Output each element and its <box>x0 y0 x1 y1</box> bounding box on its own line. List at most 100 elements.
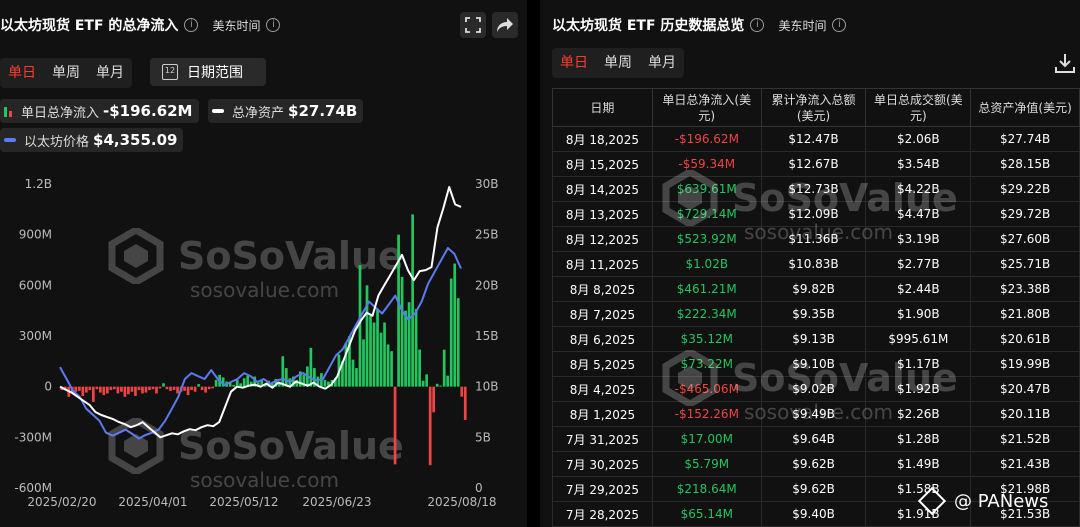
table-row[interactable]: 7月 30,2025 $5.79M $9.62B $1.49B $21.43B <box>552 451 1080 477</box>
tab-monthly[interactable]: 单月 <box>88 58 132 88</box>
left-axis-tick-label: 1.2B <box>25 177 52 191</box>
flow-bar <box>134 386 137 396</box>
timezone-label: 美东时间 <box>778 18 827 33</box>
table-row[interactable]: 8月 8,2025 $461.21M $9.82B $2.44B $23.38B <box>552 276 1080 302</box>
tab-daily[interactable]: 单日 <box>552 48 596 78</box>
tab-daily[interactable]: 单日 <box>0 58 44 88</box>
table-row[interactable]: 8月 7,2025 $222.34M $9.35B $1.90B $21.80B <box>552 301 1080 327</box>
etf-history-table: 日期 单日总净流入(美元) 累计净流入总额(美元) 单日总成交额(美元) 总资产… <box>552 88 1080 527</box>
legend-assets-label: 总净资产 <box>232 105 285 121</box>
flow-bar <box>379 332 383 387</box>
cell-daily-flow: -$152.26M <box>651 401 762 427</box>
calendar-icon: 12 <box>162 64 178 80</box>
x-axis-tick-label: 2025/06/23 <box>302 495 371 509</box>
info-icon[interactable]: i <box>184 18 199 32</box>
right-axis-tick-label: 5B <box>475 430 491 444</box>
fullscreen-icon <box>465 17 481 33</box>
flow-bar <box>446 375 450 387</box>
table-row[interactable]: 8月 15,2025 -$59.34M $12.67B $3.54B $28.15B <box>552 151 1080 177</box>
cell-daily-flow: $523.92M <box>651 226 762 252</box>
chart-title: 以太坊现货 ETF 的总净流入 <box>0 18 179 34</box>
tab-monthly[interactable]: 单月 <box>640 48 684 78</box>
table-row[interactable]: 8月 6,2025 $35.12M $9.13B $995.61M $20.61B <box>552 326 1080 352</box>
chart-title-row: 以太坊现货 ETF 的总净流入 i 美东时间 i <box>0 14 281 36</box>
cell-cumulative-flow: $9.62B <box>760 451 867 477</box>
info-icon[interactable]: i <box>750 18 765 32</box>
tab-weekly[interactable]: 单周 <box>44 58 88 88</box>
timezone-info-icon[interactable]: i <box>832 18 847 32</box>
cell-volume: $995.61M <box>865 326 972 352</box>
column-header-volume[interactable]: 单日总成交额(美元) <box>865 88 972 127</box>
right-axis-tick-label: 25B <box>475 228 499 242</box>
fullscreen-button[interactable] <box>460 12 486 38</box>
table-row[interactable]: 8月 12,2025 $523.92M $11.36B $3.19B $27.60B <box>552 226 1080 252</box>
panews-badge-text: @ PANews <box>954 490 1049 512</box>
flow-bar <box>116 386 120 394</box>
flow-bar <box>120 386 123 392</box>
table-body: 8月 18,2025 -$196.62M $12.47B $2.06B $27.74B 8… <box>552 126 1080 527</box>
tab-weekly[interactable]: 单周 <box>596 48 640 78</box>
flow-bar <box>386 344 390 387</box>
column-header-date[interactable]: 日期 <box>552 88 653 127</box>
legend-eth-price[interactable]: 以太坊价格 $4,355.09 <box>0 128 184 152</box>
flow-bar <box>176 386 179 394</box>
flow-bar <box>190 386 193 391</box>
table-row[interactable]: 7月 31,2025 $17.00M $9.64B $1.28B $21.52B <box>552 426 1080 452</box>
cell-net-assets: $23.38B <box>970 276 1080 302</box>
flow-bar <box>365 285 369 387</box>
flow-bar <box>102 386 106 396</box>
x-axis-tick-label: 2025/02/20 <box>27 495 96 509</box>
cell-volume: $2.77B <box>865 251 972 277</box>
cell-volume: $1.49B <box>865 451 972 477</box>
legend-total-assets[interactable]: 总净资产 $27.74B <box>208 99 364 123</box>
flow-bar <box>214 379 218 387</box>
right-axis-tick-label: 0 <box>475 481 483 495</box>
share-icon <box>497 18 513 32</box>
flow-bar <box>421 380 425 387</box>
cell-net-assets: $21.43B <box>970 451 1080 477</box>
cell-date: 7月 31,2025 <box>552 426 653 452</box>
cell-net-assets: $21.80B <box>970 301 1080 327</box>
cell-cumulative-flow: $9.62B <box>760 476 867 502</box>
flow-bar <box>197 384 200 387</box>
table-row[interactable]: 8月 11,2025 $1.02B $10.83B $2.77B $25.71B <box>552 251 1080 277</box>
flow-bar <box>109 386 113 391</box>
cell-date: 8月 14,2025 <box>552 176 653 202</box>
flow-bar <box>372 322 376 387</box>
table-row[interactable]: 8月 14,2025 $639.61M $12.73B $4.22B $29.22B <box>552 176 1080 202</box>
column-header-net-assets[interactable]: 总资产净值(美元) <box>970 88 1080 127</box>
flow-bar <box>183 386 186 391</box>
flow-bar <box>418 349 421 387</box>
table-row[interactable]: 8月 4,2025 -$465.06M $9.02B $1.92B $20.47B <box>552 376 1080 402</box>
flow-bar <box>144 386 148 393</box>
table-row[interactable]: 8月 18,2025 -$196.62M $12.47B $2.06B $27.74B <box>552 126 1080 152</box>
cell-daily-flow: $729.14M <box>651 201 762 227</box>
download-icon[interactable] <box>1054 52 1076 74</box>
legend-daily-flow[interactable]: 单日总净流入 -$196.62M <box>0 99 199 123</box>
cell-daily-flow: $218.64M <box>651 476 762 502</box>
flow-bar <box>95 386 99 390</box>
etf-flow-chart[interactable]: 1.2B 900M 600M 300M 0 -300M -600M 30B 25B 20B 15B 1… <box>0 170 527 520</box>
column-header-daily-flow[interactable]: 单日总净流入(美元) <box>651 88 762 127</box>
flow-bar <box>432 386 436 413</box>
cell-volume: $4.22B <box>865 176 972 202</box>
timezone-info-icon[interactable]: i <box>266 18 281 32</box>
table-row[interactable]: 8月 5,2025 $73.22M $9.10B $1.17B $19.99B <box>552 351 1080 377</box>
column-header-cumulative-flow[interactable]: 累计净流入总额(美元) <box>760 88 867 127</box>
cell-cumulative-flow: $9.02B <box>760 376 867 402</box>
cell-cumulative-flow: $12.67B <box>760 151 867 177</box>
share-button[interactable] <box>492 12 518 38</box>
flow-bar <box>193 386 197 392</box>
cell-daily-flow: -$196.62M <box>651 126 762 152</box>
cell-date: 8月 18,2025 <box>552 126 653 152</box>
table-title: 以太坊现货 ETF 历史数据总览 <box>552 18 745 34</box>
flow-bar <box>239 383 243 387</box>
date-range-button[interactable]: 12 日期范围 <box>150 58 266 86</box>
flow-bar <box>88 386 92 391</box>
flow-bar <box>376 308 379 387</box>
table-row[interactable]: 8月 1,2025 -$152.26M $9.49B $2.26B $20.11B <box>552 401 1080 427</box>
cell-cumulative-flow: $9.64B <box>760 426 867 452</box>
cell-volume: $4.47B <box>865 201 972 227</box>
table-header-row: 日期 单日总净流入(美元) 累计净流入总额(美元) 单日总成交额(美元) 总资产… <box>552 88 1080 127</box>
table-row[interactable]: 8月 13,2025 $729.14M $12.09B $4.47B $29.72B <box>552 201 1080 227</box>
